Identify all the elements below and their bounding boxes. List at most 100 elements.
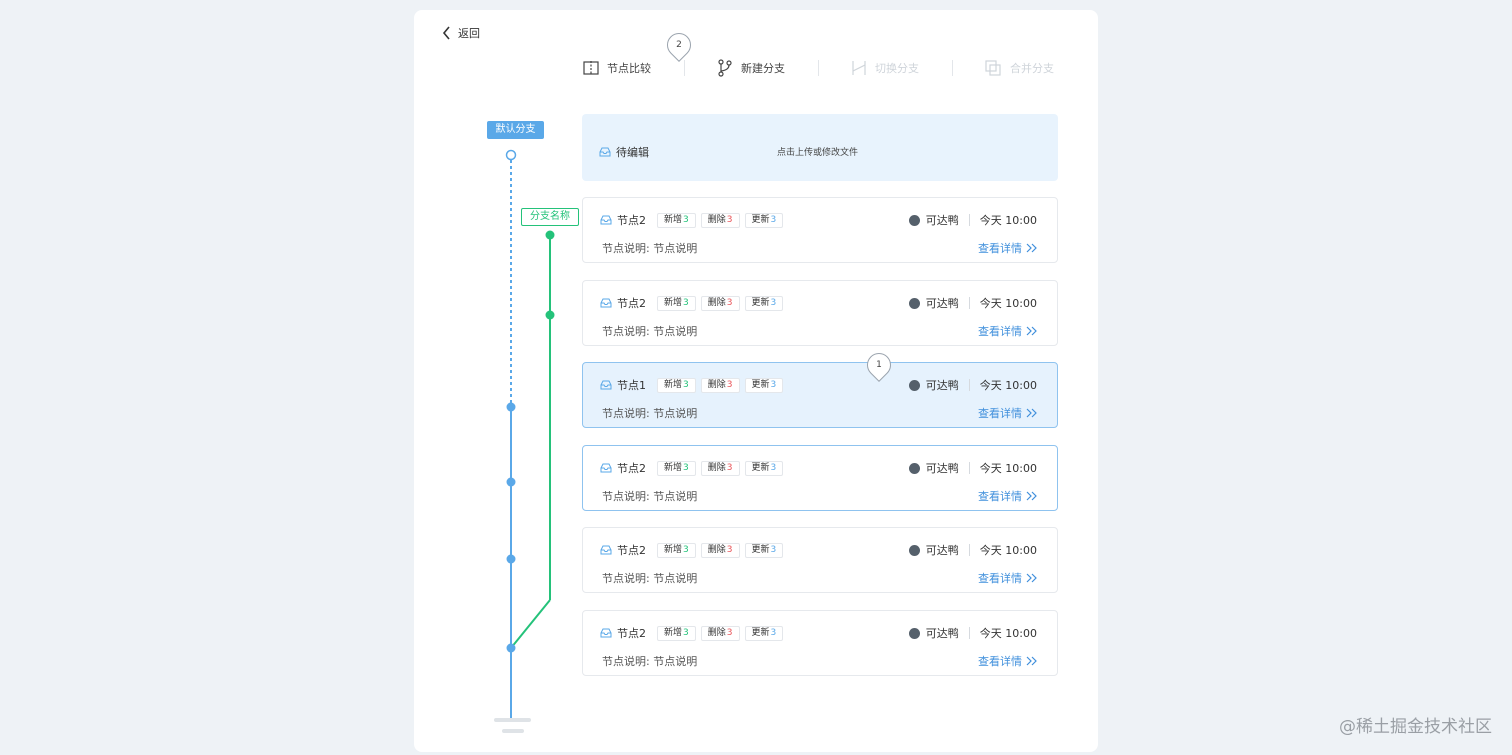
updated-label: 更新 <box>751 379 770 390</box>
timestamp: 今天 10:00 <box>979 214 1037 227</box>
view-details-link[interactable]: 查看详情 <box>978 405 1037 421</box>
pending-title-text: 待编辑 <box>616 146 649 159</box>
deleted-count: 3 <box>726 462 733 473</box>
updated-count: 3 <box>770 379 777 390</box>
pending-edit-card[interactable]: 待编辑 点击上传或修改文件 <box>582 114 1058 181</box>
description-text: 节点说明 <box>653 325 698 338</box>
main-node <box>506 477 516 487</box>
updated-chip: 更新 3 <box>744 542 784 558</box>
description-text: 节点说明 <box>653 572 698 585</box>
divider <box>968 627 970 639</box>
node-card[interactable]: 节点1 新增 3 删除 3 更新 3 可达鸭 今天 10:00 节点说明: 节点说明 … <box>582 362 1058 428</box>
updated-label: 更新 <box>751 214 770 225</box>
main-node <box>506 402 516 412</box>
user-name: 可达鸭 <box>925 379 959 392</box>
added-label: 新增 <box>664 462 683 473</box>
view-details-link[interactable]: 查看详情 <box>978 488 1037 504</box>
node-description: 节点说明: 节点说明 <box>602 488 697 504</box>
avatar <box>908 297 920 309</box>
added-label: 新增 <box>664 627 683 638</box>
node-card[interactable]: 节点2 新增 3 删除 3 更新 3 可达鸭 今天 10:00 节点说明: 节点说明 … <box>582 445 1058 511</box>
updated-count: 3 <box>770 544 777 555</box>
timestamp: 今天 10:00 <box>979 544 1037 557</box>
main-node <box>506 554 516 564</box>
view-details-link[interactable]: 查看详情 <box>978 653 1037 669</box>
user-name: 可达鸭 <box>925 462 959 475</box>
default-branch-tag[interactable]: 默认分支 <box>487 121 544 139</box>
description-text: 节点说明 <box>653 490 698 503</box>
node-name: 节点2 <box>617 627 646 640</box>
updated-count: 3 <box>770 627 777 638</box>
view-details-link[interactable]: 查看详情 <box>978 570 1037 586</box>
deleted-chip: 删除 3 <box>700 212 740 228</box>
deleted-count: 3 <box>726 544 733 555</box>
updated-count: 3 <box>770 462 777 473</box>
deleted-label: 删除 <box>707 462 726 473</box>
deleted-chip: 删除 3 <box>700 460 740 476</box>
added-count: 3 <box>683 544 689 555</box>
description-text: 节点说明 <box>653 407 698 420</box>
node-description: 节点说明: 节点说明 <box>602 653 697 669</box>
updated-label: 更新 <box>751 627 770 638</box>
double-chevron-right-icon <box>1026 408 1037 418</box>
updated-chip: 更新 3 <box>744 295 784 311</box>
default-branch-start-node <box>505 149 517 161</box>
added-label: 新增 <box>664 297 683 308</box>
added-count: 3 <box>683 297 689 308</box>
divider <box>968 297 970 309</box>
added-chip: 新增 3 <box>657 460 696 476</box>
description-text: 节点说明 <box>653 242 698 255</box>
description-label: 节点说明: <box>602 325 650 338</box>
view-details-label: 查看详情 <box>978 490 1022 503</box>
node-header: 节点2 新增 3 删除 3 更新 3 <box>600 295 784 311</box>
graph-base <box>502 729 524 733</box>
description-label: 节点说明: <box>602 655 650 668</box>
updated-chip: 更新 3 <box>744 625 784 641</box>
node-card[interactable]: 节点2 新增 3 删除 3 更新 3 可达鸭 今天 10:00 节点说明: 节点说明 … <box>582 527 1058 593</box>
inbox-icon <box>599 147 611 157</box>
double-chevron-right-icon <box>1026 491 1037 501</box>
deleted-label: 删除 <box>707 379 726 390</box>
added-label: 新增 <box>664 544 683 555</box>
view-details-label: 查看详情 <box>978 655 1022 668</box>
deleted-count: 3 <box>726 297 733 308</box>
node-card[interactable]: 节点2 新增 3 删除 3 更新 3 可达鸭 今天 10:00 节点说明: 节点说明 … <box>582 280 1058 346</box>
node-meta: 可达鸭 今天 10:00 <box>908 625 1037 641</box>
inbox-icon <box>600 628 612 638</box>
node-card[interactable]: 节点2 新增 3 删除 3 更新 3 可达鸭 今天 10:00 节点说明: 节点说明 … <box>582 197 1058 263</box>
timestamp: 今天 10:00 <box>979 297 1037 310</box>
updated-count: 3 <box>770 214 777 225</box>
timestamp: 今天 10:00 <box>979 462 1037 475</box>
updated-label: 更新 <box>751 462 770 473</box>
user-name: 可达鸭 <box>925 214 959 227</box>
added-count: 3 <box>683 214 689 225</box>
description-text: 节点说明 <box>653 655 698 668</box>
node-description: 节点说明: 节点说明 <box>602 405 697 421</box>
node-description: 节点说明: 节点说明 <box>602 323 697 339</box>
inbox-icon <box>600 298 612 308</box>
node-header: 节点1 新增 3 删除 3 更新 3 <box>600 377 784 393</box>
updated-chip: 更新 3 <box>744 377 784 393</box>
user-name: 可达鸭 <box>925 544 959 557</box>
view-details-link[interactable]: 查看详情 <box>978 323 1037 339</box>
double-chevron-right-icon <box>1026 656 1037 666</box>
branch-name-tag[interactable]: 分支名称 <box>521 208 579 226</box>
description-label: 节点说明: <box>602 407 650 420</box>
upload-hint[interactable]: 点击上传或修改文件 <box>777 145 858 158</box>
updated-chip: 更新 3 <box>744 212 784 228</box>
view-details-link[interactable]: 查看详情 <box>978 240 1037 256</box>
branch-node <box>545 310 555 320</box>
avatar <box>908 544 920 556</box>
inbox-icon <box>600 463 612 473</box>
inbox-icon <box>600 215 612 225</box>
avatar <box>908 214 920 226</box>
node-name: 节点2 <box>617 462 646 475</box>
view-details-label: 查看详情 <box>978 242 1022 255</box>
node-card[interactable]: 节点2 新增 3 删除 3 更新 3 可达鸭 今天 10:00 节点说明: 节点说明 … <box>582 610 1058 676</box>
view-details-label: 查看详情 <box>978 572 1022 585</box>
node-meta: 可达鸭 今天 10:00 <box>908 542 1037 558</box>
node-name: 节点2 <box>617 544 646 557</box>
branch-merge-line <box>510 599 551 649</box>
avatar <box>908 462 920 474</box>
inbox-icon <box>600 380 612 390</box>
